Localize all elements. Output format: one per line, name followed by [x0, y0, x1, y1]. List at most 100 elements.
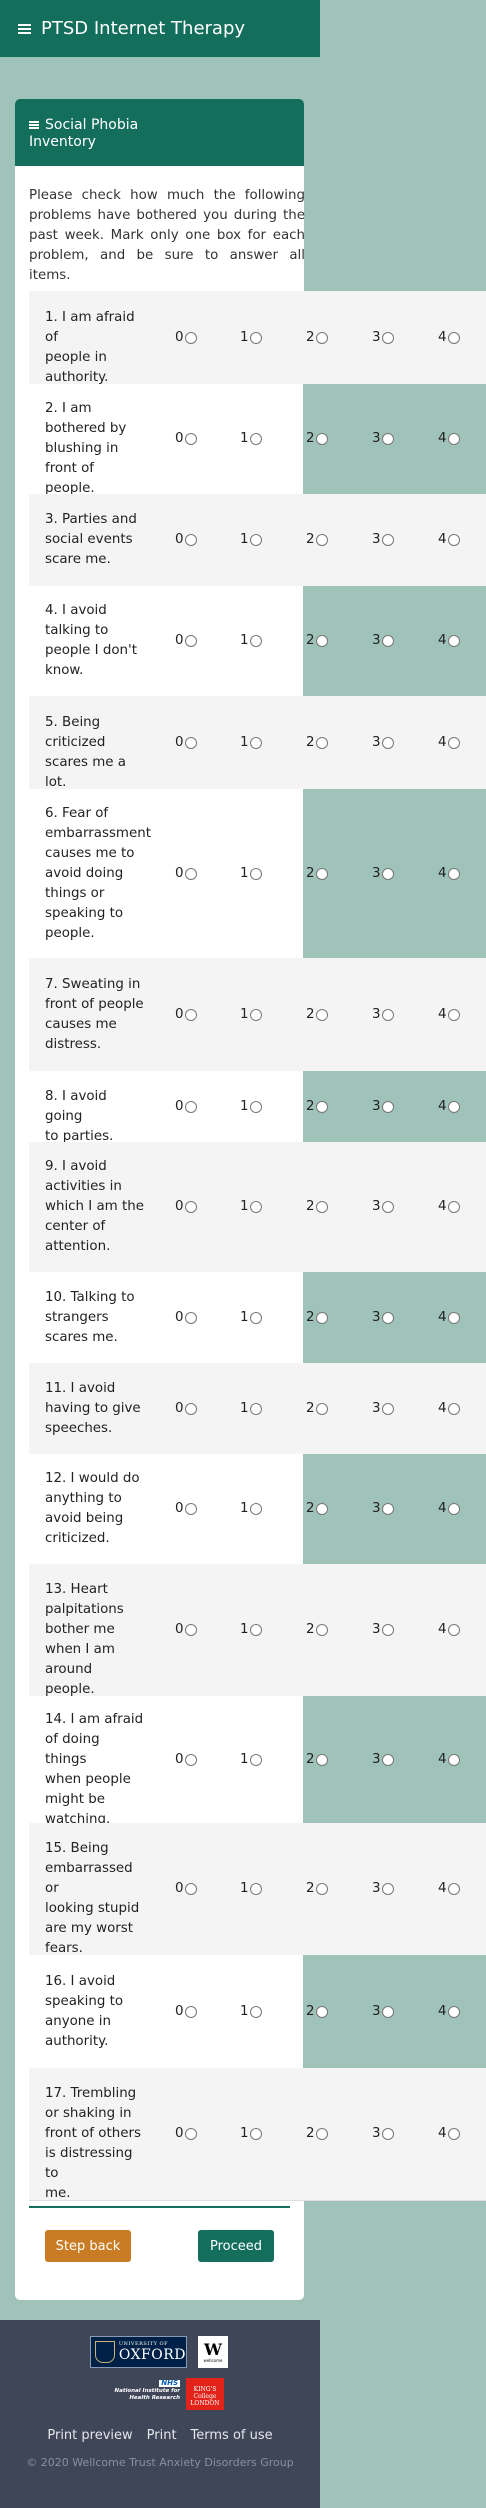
radio-icon[interactable] [381, 1008, 394, 1021]
answer-option[interactable]: 4 [438, 2126, 460, 2141]
answer-option[interactable]: 0 [175, 1401, 197, 1416]
radio-icon[interactable] [447, 1100, 460, 1113]
radio-icon[interactable] [184, 1882, 197, 1895]
radio-icon[interactable] [381, 1200, 394, 1213]
radio-icon[interactable] [315, 1882, 328, 1895]
answer-option[interactable]: 3 [372, 1199, 394, 1214]
radio-icon[interactable] [315, 1402, 328, 1415]
answer-option[interactable]: 3 [372, 330, 394, 345]
answer-option[interactable]: 3 [372, 633, 394, 648]
answer-option[interactable]: 0 [175, 633, 197, 648]
answer-option[interactable]: 1 [240, 330, 262, 345]
answer-option[interactable]: 0 [175, 866, 197, 881]
radio-icon[interactable] [447, 867, 460, 880]
answer-option[interactable]: 2 [306, 735, 328, 750]
radio-icon[interactable] [447, 1623, 460, 1636]
answer-option[interactable]: 3 [372, 1007, 394, 1022]
radio-icon[interactable] [315, 331, 328, 344]
answer-option[interactable]: 3 [372, 866, 394, 881]
radio-icon[interactable] [184, 736, 197, 749]
answer-option[interactable]: 2 [306, 2126, 328, 2141]
radio-icon[interactable] [381, 2005, 394, 2018]
radio-icon[interactable] [249, 1753, 262, 1766]
radio-icon[interactable] [381, 1502, 394, 1515]
answer-option[interactable]: 2 [306, 330, 328, 345]
answer-option[interactable]: 4 [438, 1199, 460, 1214]
answer-option[interactable]: 2 [306, 1622, 328, 1637]
radio-icon[interactable] [447, 2127, 460, 2140]
answer-option[interactable]: 1 [240, 1622, 262, 1637]
radio-icon[interactable] [447, 1502, 460, 1515]
answer-option[interactable]: 4 [438, 532, 460, 547]
radio-icon[interactable] [447, 2005, 460, 2018]
radio-icon[interactable] [315, 1200, 328, 1213]
answer-option[interactable]: 0 [175, 431, 197, 446]
radio-icon[interactable] [249, 1200, 262, 1213]
radio-icon[interactable] [249, 432, 262, 445]
answer-option[interactable]: 1 [240, 2004, 262, 2019]
answer-option[interactable]: 4 [438, 866, 460, 881]
answer-option[interactable]: 2 [306, 1007, 328, 1022]
answer-option[interactable]: 3 [372, 1622, 394, 1637]
answer-option[interactable]: 1 [240, 1401, 262, 1416]
answer-option[interactable]: 4 [438, 1881, 460, 1896]
radio-icon[interactable] [381, 1623, 394, 1636]
answer-option[interactable]: 0 [175, 1099, 197, 1114]
answer-option[interactable]: 4 [438, 1622, 460, 1637]
radio-icon[interactable] [184, 432, 197, 445]
radio-icon[interactable] [381, 1100, 394, 1113]
answer-option[interactable]: 4 [438, 1099, 460, 1114]
answer-option[interactable]: 3 [372, 2004, 394, 2019]
answer-option[interactable]: 0 [175, 1199, 197, 1214]
radio-icon[interactable] [315, 2127, 328, 2140]
answer-option[interactable]: 0 [175, 735, 197, 750]
radio-icon[interactable] [184, 1753, 197, 1766]
answer-option[interactable]: 3 [372, 2126, 394, 2141]
answer-option[interactable]: 0 [175, 532, 197, 547]
answer-option[interactable]: 0 [175, 2126, 197, 2141]
answer-option[interactable]: 0 [175, 1752, 197, 1767]
answer-option[interactable]: 3 [372, 1401, 394, 1416]
answer-option[interactable]: 4 [438, 1401, 460, 1416]
answer-option[interactable]: 2 [306, 532, 328, 547]
answer-option[interactable]: 1 [240, 633, 262, 648]
answer-option[interactable]: 2 [306, 1501, 328, 1516]
radio-icon[interactable] [184, 331, 197, 344]
radio-icon[interactable] [447, 736, 460, 749]
radio-icon[interactable] [184, 1623, 197, 1636]
radio-icon[interactable] [249, 2005, 262, 2018]
answer-option[interactable]: 1 [240, 866, 262, 881]
answer-option[interactable]: 4 [438, 1007, 460, 1022]
radio-icon[interactable] [184, 1311, 197, 1324]
radio-icon[interactable] [249, 1008, 262, 1021]
radio-icon[interactable] [315, 1008, 328, 1021]
answer-option[interactable]: 3 [372, 431, 394, 446]
radio-icon[interactable] [315, 1311, 328, 1324]
answer-option[interactable]: 4 [438, 330, 460, 345]
answer-option[interactable]: 1 [240, 2126, 262, 2141]
radio-icon[interactable] [315, 634, 328, 647]
answer-option[interactable]: 4 [438, 1310, 460, 1325]
answer-option[interactable]: 1 [240, 1099, 262, 1114]
radio-icon[interactable] [315, 867, 328, 880]
answer-option[interactable]: 1 [240, 1310, 262, 1325]
radio-icon[interactable] [249, 533, 262, 546]
answer-option[interactable]: 1 [240, 1752, 262, 1767]
answer-option[interactable]: 1 [240, 735, 262, 750]
radio-icon[interactable] [249, 867, 262, 880]
answer-option[interactable]: 3 [372, 532, 394, 547]
radio-icon[interactable] [315, 1100, 328, 1113]
answer-option[interactable]: 4 [438, 1501, 460, 1516]
radio-icon[interactable] [184, 1008, 197, 1021]
radio-icon[interactable] [315, 1753, 328, 1766]
answer-option[interactable]: 2 [306, 1401, 328, 1416]
radio-icon[interactable] [447, 432, 460, 445]
answer-option[interactable]: 4 [438, 431, 460, 446]
radio-icon[interactable] [249, 634, 262, 647]
radio-icon[interactable] [447, 1008, 460, 1021]
radio-icon[interactable] [381, 533, 394, 546]
print-link[interactable]: Print [147, 2428, 177, 2443]
answer-option[interactable]: 1 [240, 1881, 262, 1896]
radio-icon[interactable] [381, 1311, 394, 1324]
radio-icon[interactable] [249, 1882, 262, 1895]
